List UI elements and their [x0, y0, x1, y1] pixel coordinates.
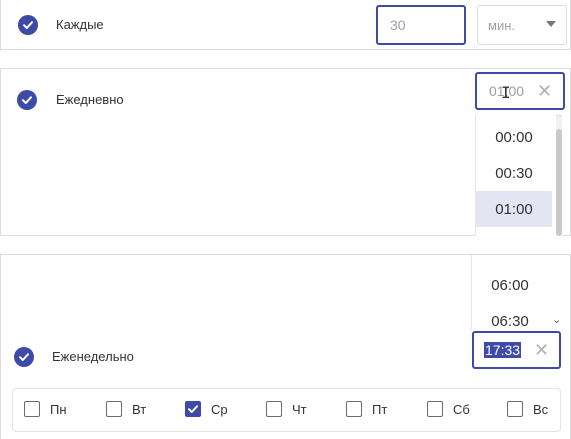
- close-icon[interactable]: ✕: [534, 341, 549, 359]
- weekday-label: Пн: [50, 401, 67, 417]
- daily-option[interactable]: 00:30: [476, 155, 552, 191]
- checkbox[interactable]: [507, 401, 523, 417]
- weekly-panel: 06:00 06:30 ⌄ Еженедельно 17:33 ✕ Пн Вт …: [0, 254, 571, 439]
- text-cursor-icon: I: [501, 83, 511, 102]
- checkbox[interactable]: [427, 401, 443, 417]
- every-label: Каждые: [56, 17, 104, 32]
- daily-option-selected[interactable]: 01:00: [476, 191, 552, 227]
- weekday-label: Пт: [372, 401, 388, 417]
- daily-option[interactable]: 00:00: [476, 119, 552, 155]
- every-panel: Каждые 30 мин.: [0, 0, 571, 50]
- weekly-check-icon[interactable]: [14, 347, 34, 367]
- daily-check-icon[interactable]: [17, 90, 37, 110]
- weekday-label: Вс: [533, 401, 549, 417]
- weekday-selector: Пн Вт Ср Чт Пт Сб Вс: [12, 388, 561, 432]
- every-interval-value: 30: [390, 17, 406, 33]
- every-unit-select[interactable]: мин.: [477, 5, 567, 45]
- every-check-icon[interactable]: [18, 15, 38, 35]
- check-icon: [188, 405, 198, 413]
- checkbox-checked[interactable]: [185, 401, 201, 417]
- weekday-tue[interactable]: Вт: [106, 401, 146, 417]
- checkbox[interactable]: [266, 401, 282, 417]
- weekday-wed[interactable]: Ср: [185, 401, 228, 417]
- weekly-option[interactable]: 06:30: [472, 303, 548, 331]
- weekly-time-dropdown[interactable]: 06:00 06:30 ⌄: [471, 255, 561, 331]
- chevron-down-icon[interactable]: ⌄: [552, 313, 561, 326]
- weekday-label: Сб: [453, 401, 470, 417]
- weekday-fri[interactable]: Пт: [346, 401, 387, 417]
- weekly-label: Еженедельно: [52, 349, 134, 364]
- daily-panel: Ежедневно 01:00 I ✕ 00:00 00:30 01:00 ⌃: [0, 68, 571, 236]
- weekday-label: Чт: [292, 401, 307, 417]
- weekday-mon[interactable]: Пн: [24, 401, 67, 417]
- weekday-label: Вт: [132, 401, 147, 417]
- weekday-sat[interactable]: Сб: [427, 401, 470, 417]
- close-icon[interactable]: ✕: [537, 82, 552, 100]
- checkbox[interactable]: [106, 401, 122, 417]
- weekday-label: Ср: [211, 401, 228, 417]
- daily-scrollbar-thumb[interactable]: [556, 129, 562, 236]
- weekday-sun[interactable]: Вс: [507, 401, 548, 417]
- checkbox[interactable]: [24, 401, 40, 417]
- daily-label: Ежедневно: [56, 92, 124, 107]
- daily-time-dropdown[interactable]: 00:00 00:30 01:00 ⌃: [475, 115, 563, 236]
- weekday-thu[interactable]: Чт: [266, 401, 307, 417]
- weekly-time-value: 17:33: [484, 342, 522, 358]
- checkbox[interactable]: [346, 401, 362, 417]
- chevron-down-icon: [546, 21, 556, 27]
- chevron-up-icon[interactable]: ⌃: [555, 115, 563, 123]
- weekly-option[interactable]: 06:00: [472, 267, 548, 303]
- every-interval-input[interactable]: 30: [376, 5, 466, 45]
- every-unit-value: мин.: [488, 17, 515, 33]
